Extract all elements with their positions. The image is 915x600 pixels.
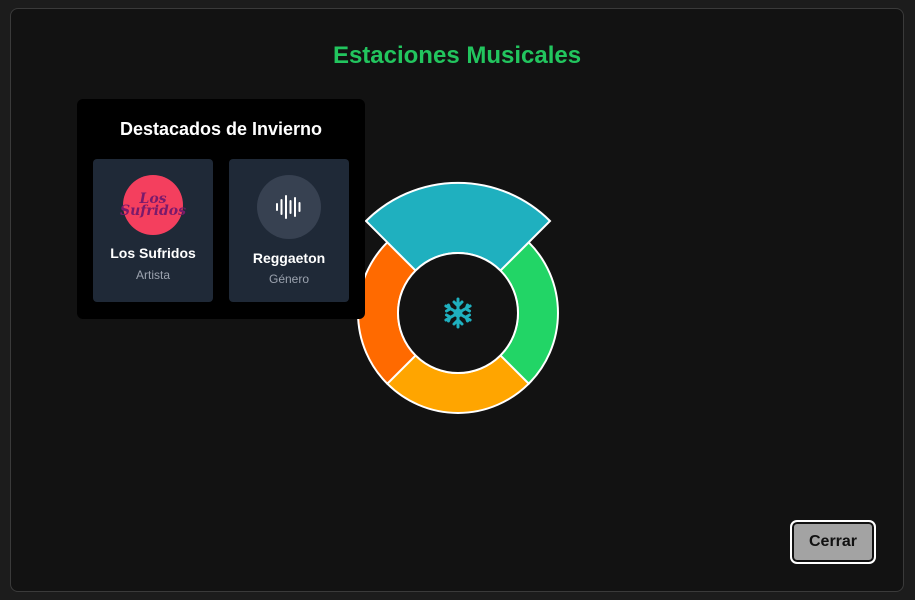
artist-avatar-text: Los Sufridos xyxy=(120,191,187,219)
genre-name: Reggaeton xyxy=(252,250,326,266)
artist-name: Los Sufridos xyxy=(110,245,196,261)
audio-waveform-icon xyxy=(257,175,321,239)
artist-avatar: Los Sufridos xyxy=(120,175,187,235)
popup-title: Destacados de Invierno xyxy=(119,119,323,139)
stations-modal: Estaciones Musicales Destacados de Invie… xyxy=(10,8,904,592)
genre-type: Género xyxy=(268,272,310,286)
genre-card[interactable]: Reggaeton Género xyxy=(229,159,349,302)
artist-card[interactable]: Los Sufridos Los Sufridos Artista xyxy=(93,159,213,302)
artist-type: Artista xyxy=(135,268,170,282)
winter-highlights-popup: Destacados de Invierno Los Sufridos Los … xyxy=(77,99,365,319)
season-wheel xyxy=(356,174,581,424)
close-button[interactable]: Cerrar xyxy=(790,520,876,564)
modal-title: Estaciones Musicales xyxy=(332,42,582,69)
